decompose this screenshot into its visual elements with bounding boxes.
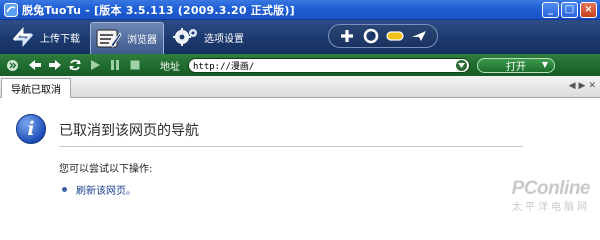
title-bar[interactable]: 脱兔TuoTu - [版本 3.5.113 (2009.3.20 正式版)] _… bbox=[0, 0, 600, 20]
divider bbox=[59, 146, 523, 147]
tab-close-icon[interactable]: ✕ bbox=[588, 81, 596, 91]
browser-tab-button[interactable]: 浏览器 bbox=[90, 22, 164, 54]
pin-icon[interactable] bbox=[409, 26, 429, 46]
watermark: PConline 太平洋电脑网 bbox=[511, 178, 591, 213]
url-input[interactable]: http://漫画/ bbox=[188, 57, 470, 73]
pin-toggle-icon[interactable] bbox=[3, 56, 21, 74]
page-title: 已取消到该网页的导航 bbox=[59, 123, 199, 139]
add-icon[interactable] bbox=[337, 26, 357, 46]
watermark-brand: PConline bbox=[511, 178, 591, 199]
main-toolbar: 上传下载 浏览器 选项设置 bbox=[0, 20, 600, 54]
refresh-page-link[interactable]: 刷新该网页。 bbox=[76, 182, 136, 197]
bullet-icon bbox=[62, 187, 67, 192]
tab-navigation-cancelled[interactable]: 导航已取消 bbox=[1, 78, 71, 98]
url-dropdown-icon[interactable] bbox=[456, 59, 467, 71]
tab-label: 导航已取消 bbox=[11, 85, 61, 96]
action-list-item: 刷新该网页。 bbox=[59, 182, 136, 197]
maximize-button[interactable]: □ bbox=[561, 2, 578, 18]
options-label: 选项设置 bbox=[204, 33, 244, 45]
play-icon[interactable] bbox=[86, 56, 104, 74]
upload-download-button[interactable]: 上传下载 bbox=[6, 22, 86, 52]
minimize-button[interactable]: _ bbox=[542, 2, 559, 18]
transfer-arrows-icon bbox=[12, 27, 34, 47]
gear-icon bbox=[173, 28, 197, 46]
browser-icon bbox=[96, 29, 122, 48]
open-button[interactable]: 打开 ▼ bbox=[477, 57, 555, 73]
refresh-icon[interactable] bbox=[66, 56, 84, 74]
refresh-circle-icon[interactable] bbox=[361, 26, 381, 46]
upload-download-label: 上传下载 bbox=[40, 33, 80, 45]
open-button-label: 打开 bbox=[506, 61, 526, 73]
app-logo-icon bbox=[4, 2, 18, 17]
tab-scroll-left-icon[interactable]: ◀ bbox=[569, 81, 576, 91]
window-title: 脱兔TuoTu - [版本 3.5.113 (2009.3.20 正式版)] bbox=[22, 3, 295, 17]
stop-icon[interactable] bbox=[126, 56, 144, 74]
tab-strip: 导航已取消 ◀ ▶ ✕ bbox=[0, 76, 600, 98]
minus-icon[interactable] bbox=[385, 26, 405, 46]
window-controls: _ □ × bbox=[542, 2, 597, 18]
forward-icon[interactable] bbox=[46, 56, 64, 74]
suggestion-text: 您可以尝试以下操作: bbox=[59, 164, 153, 175]
watermark-sub: 太平洋电脑网 bbox=[512, 202, 590, 213]
open-dropdown-icon[interactable]: ▼ bbox=[542, 60, 548, 69]
info-icon: i bbox=[16, 114, 46, 144]
back-icon[interactable] bbox=[26, 56, 44, 74]
page-content: i 已取消到该网页的导航 您可以尝试以下操作: 刷新该网页。 PConline … bbox=[0, 99, 600, 226]
tab-scroll-right-icon[interactable]: ▶ bbox=[579, 81, 586, 91]
options-button[interactable]: 选项设置 bbox=[168, 22, 250, 52]
close-button[interactable]: × bbox=[580, 2, 597, 18]
browser-label: 浏览器 bbox=[127, 35, 157, 46]
url-text: http://漫画/ bbox=[193, 61, 255, 72]
address-bar: 地址 http://漫画/ 打开 ▼ bbox=[0, 54, 600, 76]
address-label: 地址 bbox=[160, 61, 180, 73]
pause-icon[interactable] bbox=[106, 56, 124, 74]
tab-controls: ◀ ▶ ✕ bbox=[569, 81, 596, 91]
quick-actions-group bbox=[328, 24, 438, 48]
